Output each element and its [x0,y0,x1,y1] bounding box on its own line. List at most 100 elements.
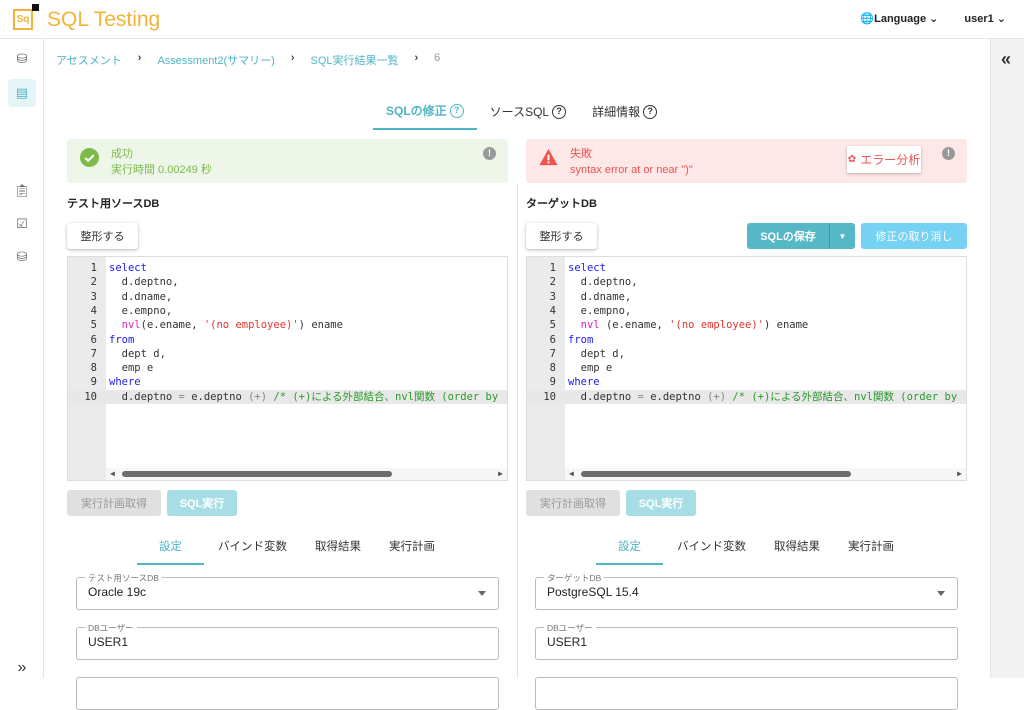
code-text: select [109,261,147,275]
clipboard-check-icon[interactable]: ☑ [8,210,36,238]
next-field[interactable] [535,677,958,710]
code-token: e.empno, [109,304,173,317]
db-select[interactable]: ターゲットDB PostgreSQL 15.4 [535,572,958,610]
code-line: 1 select [527,261,966,275]
subtab-bind-vars[interactable]: バインド変数 [204,536,301,565]
subtab-results[interactable]: 取得結果 [760,536,834,565]
field-label: DBユーザー [85,622,137,634]
column-divider [517,183,518,678]
collapse-panel-icon[interactable]: « [1001,49,1011,70]
subtab-plan[interactable]: 実行計画 [375,536,449,565]
horizontal-scrollbar[interactable]: ◀ ▶ [565,468,966,480]
code-text: d.dname, [568,290,632,304]
sql-editor[interactable]: 1 select 2 d.deptno, 3 d.dname, 4 e.empno, 5 … [67,256,508,481]
subtab-results[interactable]: 取得結果 [301,536,375,565]
field-value: USER1 [88,635,129,649]
code-text: dept d, [109,347,166,361]
help-icon[interactable]: ? [643,104,658,119]
code-token: d.dname, [109,290,173,303]
clipboard-icon[interactable]: 📋︎ [8,177,36,205]
line-number: 9 [549,376,556,389]
help-icon[interactable]: ? [449,103,464,118]
code-line: 3 d.dname, [68,290,507,304]
subtab-settings[interactable]: 設定 [596,536,663,565]
code-text: where [109,375,141,389]
subtab-plan[interactable]: 実行計画 [834,536,908,565]
right-panel: « [990,39,1024,678]
code-text: emp e [568,361,613,375]
user-menu[interactable]: user1 ⌄ [964,12,1006,25]
tab-sql-edit[interactable]: SQLの修正? [373,100,477,130]
user-label: user1 [964,13,994,25]
save-options-dropdown[interactable]: ▼ [829,223,855,249]
help-icon[interactable]: ? [552,104,567,119]
sidebar: ⛁ ▤ 📋︎ ☑ ⛁ » [0,39,44,678]
info-icon[interactable]: ! [942,147,955,160]
get-plan-button[interactable]: 実行計画取得 [67,490,161,516]
database-icon[interactable]: ⛁ [8,243,36,271]
line-number: 3 [90,290,97,303]
code-text: d.deptno = e.deptno (+) /* (+)による外部結合、nv… [568,390,958,404]
subtab-settings[interactable]: 設定 [137,536,204,565]
line-number: 4 [90,304,97,317]
target-db-column: 失敗 syntax error at or near ")" ✿ エラー分析 ! … [526,139,967,710]
get-plan-button[interactable]: 実行計画取得 [526,490,620,516]
save-sql-button[interactable]: SQLの保存 [747,223,829,249]
run-sql-button[interactable]: SQL実行 [167,490,237,516]
code-token: ) ename [298,319,343,332]
code-line: 7 dept d, [68,347,507,361]
info-icon[interactable]: ! [483,147,496,160]
database-sync-icon[interactable]: ⛁ [8,45,36,73]
format-button[interactable]: 整形する [67,223,138,249]
code-line: 5 nvl(e.ename, '(no employee)') ename [68,318,507,332]
document-icon[interactable]: ▤ [8,79,36,107]
sql-editor[interactable]: 1 select 2 d.deptno, 3 d.dname, 4 e.empno, 5 … [526,256,967,481]
next-field[interactable] [76,677,499,710]
scrollbar-thumb[interactable] [581,471,851,477]
sub-tabs: 設定 バインド変数 取得結果 実行計画 [137,536,508,565]
scrollbar-thumb[interactable] [122,471,392,477]
format-button[interactable]: 整形する [526,223,597,249]
code-token: emp e [568,362,613,375]
code-token: d.deptno [109,390,179,403]
db-user-field[interactable]: DBユーザー USER1 [76,622,499,660]
code-token: '(no employee)' [669,319,764,332]
code-text: d.deptno = e.deptno (+) /* (+)による外部結合、nv… [109,390,499,404]
undo-changes-button[interactable]: 修正の取り消し [861,223,967,249]
line-number: 4 [549,304,556,317]
horizontal-scrollbar[interactable]: ◀ ▶ [106,468,507,480]
code-line: 6 from [527,333,966,347]
code-text: e.empno, [568,304,632,318]
code-line: 6 from [68,333,507,347]
db-select[interactable]: テスト用ソースDB Oracle 19c [76,572,499,610]
code-token: e.empno, [568,304,632,317]
line-number: 6 [90,333,97,346]
code-token: nvl [580,319,600,332]
failure-status: 失敗 syntax error at or near ")" ✿ エラー分析 ! [526,139,967,183]
line-number: 6 [549,333,556,346]
code-token: d.deptno [568,390,638,403]
breadcrumb-sql-results[interactable]: SQL実行結果一覧 [310,52,398,68]
code-token: where [109,376,141,389]
tab-source-sql[interactable]: ソースSQL? [477,100,579,130]
tab-details[interactable]: 詳細情報? [579,100,670,130]
breadcrumb-assessment[interactable]: アセスメント [56,52,122,68]
breadcrumb-assessment2[interactable]: Assessment2(サマリー) [157,52,274,68]
code-text: d.deptno, [568,275,638,289]
db-user-field[interactable]: DBユーザー USER1 [535,622,958,660]
code-token: d.dname, [568,290,632,303]
code-line: 4 e.empno, [68,304,507,318]
app-header: Sq SQL Testing 🌐Language ⌄ user1 ⌄ [0,0,1024,39]
subtab-bind-vars[interactable]: バインド変数 [663,536,760,565]
code-line: 3 d.dname, [527,290,966,304]
code-token: from [109,333,135,346]
language-menu[interactable]: 🌐Language ⌄ [860,12,938,25]
error-analysis-button[interactable]: ✿ エラー分析 [847,146,921,173]
line-number: 5 [90,319,97,332]
run-sql-button[interactable]: SQL実行 [626,490,696,516]
code-token: nvl [121,319,141,332]
line-number: 8 [90,362,97,375]
app-title[interactable]: SQL Testing [47,8,160,32]
